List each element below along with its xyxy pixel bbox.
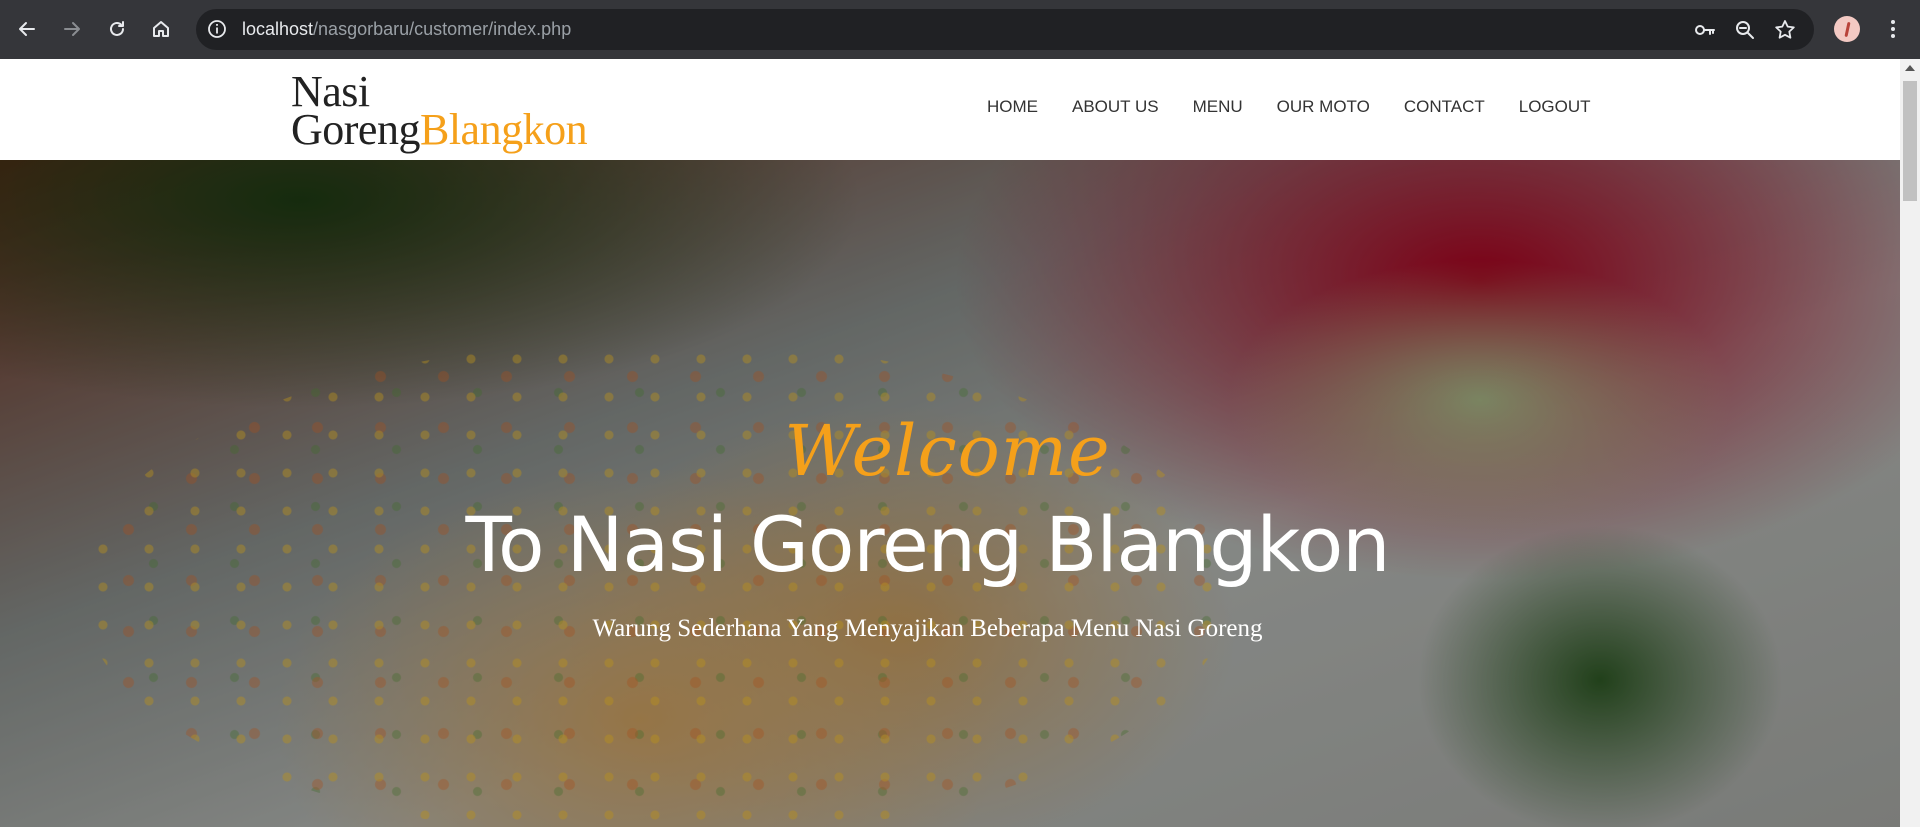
url-text[interactable]: localhost/nasgorbaru/customer/index.php xyxy=(242,18,571,40)
nav-about-us[interactable]: ABOUT US xyxy=(1072,97,1159,117)
bookmark-star-icon[interactable] xyxy=(1772,17,1798,43)
url-host: localhost xyxy=(242,19,314,39)
logo-word-blangkon: Blangkon xyxy=(419,105,588,154)
hero-welcome: Welcome xyxy=(784,410,1111,492)
browser-toolbar: localhost/nasgorbaru/customer/index.php xyxy=(0,0,1920,59)
scroll-up-arrow-icon[interactable] xyxy=(1905,65,1915,71)
nav-home[interactable]: HOME xyxy=(987,97,1038,117)
main-nav: HOME ABOUT US MENU OUR MOTO CONTACT LOGO… xyxy=(987,97,1591,117)
site-logo[interactable]: Nasi GorengBlangkon xyxy=(291,70,588,152)
logo-line-2: GorengBlangkon xyxy=(291,108,588,152)
scrollbar-thumb[interactable] xyxy=(1903,81,1917,201)
kebab-menu-icon[interactable] xyxy=(1880,16,1906,42)
logo-word-goreng: Goreng xyxy=(291,105,420,154)
nav-menu[interactable]: MENU xyxy=(1193,97,1243,117)
zoom-icon[interactable] xyxy=(1732,17,1758,43)
back-arrow-icon[interactable] xyxy=(10,12,44,46)
profile-avatar[interactable] xyxy=(1834,16,1860,42)
address-bar[interactable]: localhost/nasgorbaru/customer/index.php xyxy=(196,9,1814,50)
site-header: Nasi GorengBlangkon HOME ABOUT US MENU O… xyxy=(0,59,1900,160)
url-path: /nasgorbaru/customer/index.php xyxy=(313,19,572,39)
password-key-icon[interactable] xyxy=(1692,17,1718,43)
nav-contact[interactable]: CONTACT xyxy=(1404,97,1485,117)
forward-arrow-icon[interactable] xyxy=(55,12,89,46)
page-viewport: Nasi GorengBlangkon HOME ABOUT US MENU O… xyxy=(0,59,1920,827)
site-info-icon[interactable] xyxy=(206,18,228,40)
nav-our-moto[interactable]: OUR MOTO xyxy=(1277,97,1370,117)
hero-headline: To Nasi Goreng Blangkon xyxy=(465,500,1391,589)
page-scrollbar[interactable] xyxy=(1900,59,1920,827)
hero-text: Welcome To Nasi Goreng Blangkon Warung S… xyxy=(0,160,1900,827)
hero-subline: Warung Sederhana Yang Menyajikan Beberap… xyxy=(592,615,1263,642)
hero-banner: Welcome To Nasi Goreng Blangkon Warung S… xyxy=(0,160,1900,827)
reload-icon[interactable] xyxy=(100,12,134,46)
nav-logout[interactable]: LOGOUT xyxy=(1519,97,1591,117)
home-icon[interactable] xyxy=(144,12,178,46)
